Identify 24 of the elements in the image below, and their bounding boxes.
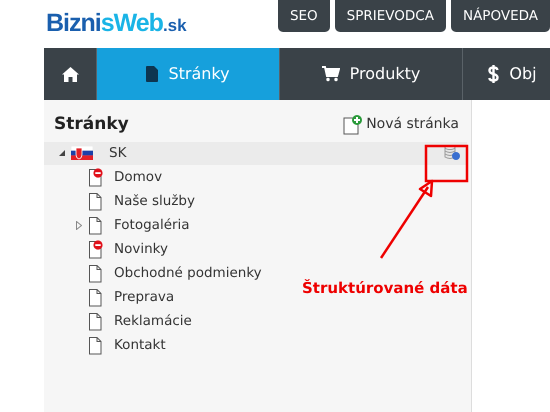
tree-item[interactable]: Domov <box>114 166 162 188</box>
logo[interactable]: BiznisWeb.sk <box>46 8 187 48</box>
new-page-button[interactable]: Nová stránka <box>343 114 459 136</box>
top-menu-button[interactable]: SEO <box>278 0 330 32</box>
tree-item[interactable]: Novinky <box>114 238 168 260</box>
tree-item[interactable]: Obchodné podmienky <box>114 262 262 284</box>
tree-item[interactable]: Kontakt <box>114 334 166 356</box>
cart-icon <box>322 66 340 82</box>
tree-item[interactable]: Naše služby <box>114 190 195 212</box>
panel-title: Stránky <box>54 113 129 136</box>
document-icon <box>146 66 158 82</box>
tree-item[interactable]: Reklamácie <box>114 310 192 332</box>
tree-item[interactable]: SK <box>109 142 126 164</box>
tree-item[interactable]: Fotogaléria <box>114 214 190 236</box>
top-menu-button[interactable]: NÁPOVEDA <box>450 0 550 32</box>
dollar-icon <box>488 65 500 83</box>
add-page-icon <box>343 114 364 135</box>
highlight-frame <box>424 144 468 182</box>
expander-icon[interactable] <box>58 149 66 157</box>
tree-item[interactable]: Preprava <box>114 286 174 308</box>
home-icon <box>62 66 78 82</box>
top-menu-button[interactable]: SPRIEVODCA <box>334 0 446 32</box>
flag-icon <box>71 146 93 160</box>
annotation-label: Štruktúrované dáta <box>302 278 468 299</box>
